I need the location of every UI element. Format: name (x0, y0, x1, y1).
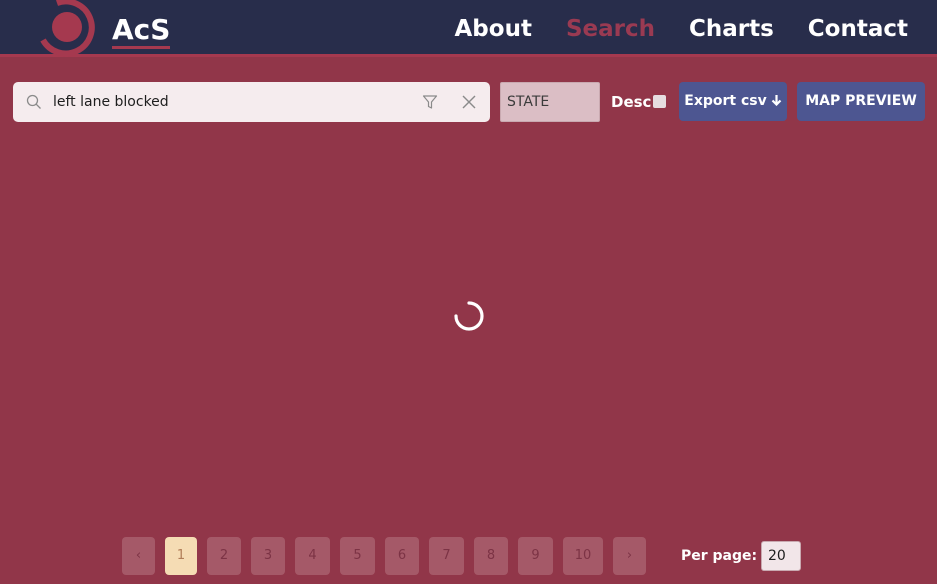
per-page-label: Per page: (681, 548, 758, 564)
page-button-10[interactable]: 10 (563, 537, 603, 575)
nav-search[interactable]: Search (566, 13, 655, 45)
nav-about[interactable]: About (455, 13, 532, 45)
page-button-4[interactable]: 4 (295, 537, 330, 575)
page-button-5[interactable]: 5 (340, 537, 375, 575)
desc-checkbox[interactable] (653, 95, 666, 108)
arrow-down-icon (771, 82, 782, 121)
nav-links: About Search Charts Contact (455, 13, 909, 45)
page-button-1[interactable]: 1 (165, 537, 197, 575)
export-csv-label: Export csv (684, 93, 767, 109)
page-button-6[interactable]: 6 (385, 537, 419, 575)
brand-title[interactable]: AcS (112, 14, 171, 49)
prev-page-button[interactable]: ‹ (122, 537, 155, 575)
per-page-input[interactable]: 20 (761, 541, 801, 571)
filter-icon[interactable] (422, 94, 438, 110)
next-page-button[interactable]: › (613, 537, 646, 575)
logo-icon[interactable] (40, 0, 98, 57)
desc-label: Desc (611, 93, 652, 111)
map-preview-button[interactable]: MAP PREVIEW (797, 82, 925, 121)
page-button-8[interactable]: 8 (474, 537, 508, 575)
navbar: AcS About Search Charts Contact (0, 0, 937, 57)
page-button-9[interactable]: 9 (518, 537, 553, 575)
pagination: ‹ 1 2 3 4 5 6 7 8 9 10 › Per page: 20 (0, 537, 937, 575)
page-button-3[interactable]: 3 (251, 537, 285, 575)
search-box[interactable] (13, 82, 490, 122)
page-button-7[interactable]: 7 (429, 537, 464, 575)
nav-charts[interactable]: Charts (689, 13, 774, 45)
page-button-2[interactable]: 2 (207, 537, 241, 575)
loading-spinner-icon (453, 300, 485, 332)
search-icon (26, 94, 42, 110)
sort-field-select[interactable]: STATE (500, 82, 600, 122)
close-icon[interactable] (461, 94, 477, 110)
search-input[interactable] (53, 90, 403, 114)
export-csv-button[interactable]: Export csv (679, 82, 787, 121)
nav-contact[interactable]: Contact (808, 13, 908, 45)
